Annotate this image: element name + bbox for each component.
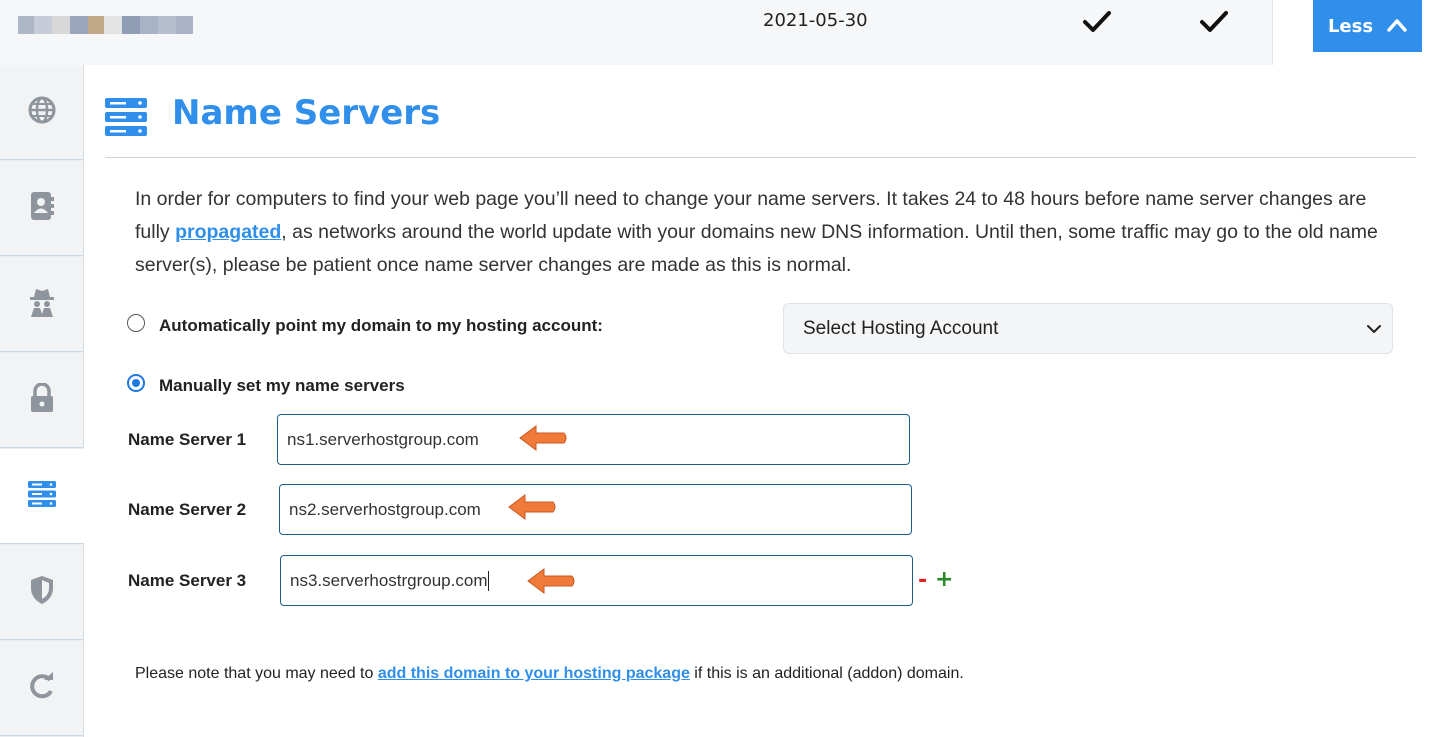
hosting-note-start: Please note that you may need to xyxy=(135,665,378,682)
arrow-left-icon xyxy=(518,423,570,457)
name-server-3-value: ns3.serverhostrgroup.com xyxy=(290,570,488,590)
sidebar-item-lock[interactable] xyxy=(0,353,83,448)
divider xyxy=(105,157,1416,158)
name-server-2-label: Name Server 2 xyxy=(128,500,247,519)
name-server-2-input[interactable]: ns2.serverhostgroup.com xyxy=(279,484,912,535)
name-server-1-value: ns1.serverhostgroup.com xyxy=(287,429,479,449)
globe-icon xyxy=(28,96,56,128)
manual-ns-radio[interactable] xyxy=(127,374,145,392)
check-icon xyxy=(1199,8,1229,40)
name-server-2-value: ns2.serverhostgroup.com xyxy=(289,499,481,519)
add-domain-to-hosting-link[interactable]: add this domain to your hosting package xyxy=(378,665,690,682)
name-server-1-input[interactable]: ns1.serverhostgroup.com xyxy=(277,414,910,465)
hosting-account-select[interactable]: Select Hosting Account xyxy=(783,303,1393,354)
hosting-note-end: if this is an additional (addon) domain. xyxy=(689,665,964,682)
less-button[interactable]: Less xyxy=(1313,0,1422,52)
check-icon xyxy=(1082,8,1112,40)
sidebar-item-renew[interactable] xyxy=(0,641,83,736)
contact-book-icon xyxy=(29,191,55,225)
auto-point-radio[interactable] xyxy=(127,314,145,332)
expiry-date: 2021-05-30 xyxy=(763,10,868,31)
name-server-1-label: Name Server 1 xyxy=(128,430,247,449)
sidebar xyxy=(0,65,84,737)
text-cursor xyxy=(488,570,490,591)
shield-icon xyxy=(29,575,55,609)
auto-point-label[interactable]: Automatically point my domain to my host… xyxy=(159,316,603,336)
sidebar-item-privacy[interactable] xyxy=(0,257,83,352)
sidebar-item-contacts[interactable] xyxy=(0,161,83,256)
add-name-server-button[interactable]: + xyxy=(935,567,953,592)
propagated-link[interactable]: propagated xyxy=(175,221,281,243)
lock-icon xyxy=(29,382,55,417)
sidebar-item-name-servers[interactable] xyxy=(0,449,84,544)
refresh-icon xyxy=(28,672,56,704)
sidebar-item-dns[interactable] xyxy=(0,65,83,160)
arrow-left-icon xyxy=(507,492,559,526)
arrow-left-icon xyxy=(526,566,578,600)
less-button-label: Less xyxy=(1327,15,1374,37)
top-bar: 2021-05-30 xyxy=(0,0,1272,65)
server-icon xyxy=(28,481,56,511)
server-icon xyxy=(105,98,147,140)
name-server-3-input[interactable]: ns3.serverhostrgroup.com xyxy=(280,555,913,606)
sidebar-item-security[interactable] xyxy=(0,545,83,640)
intro-text: In order for computers to find your web … xyxy=(135,183,1395,282)
hosting-note: Please note that you may need to add thi… xyxy=(135,665,964,683)
name-server-3-label: Name Server 3 xyxy=(128,571,247,590)
blurred-domain-name xyxy=(18,16,193,34)
chevron-down-icon xyxy=(1366,318,1382,340)
chevron-up-icon xyxy=(1387,16,1407,37)
privacy-spy-icon xyxy=(28,287,56,321)
manual-ns-label[interactable]: Manually set my name servers xyxy=(159,376,405,396)
intro-text-end: , as networks around the world update wi… xyxy=(135,221,1378,276)
remove-name-server-button[interactable]: - xyxy=(918,568,927,593)
hosting-account-select-value: Select Hosting Account xyxy=(803,317,999,339)
page-title: Name Servers xyxy=(172,93,441,133)
